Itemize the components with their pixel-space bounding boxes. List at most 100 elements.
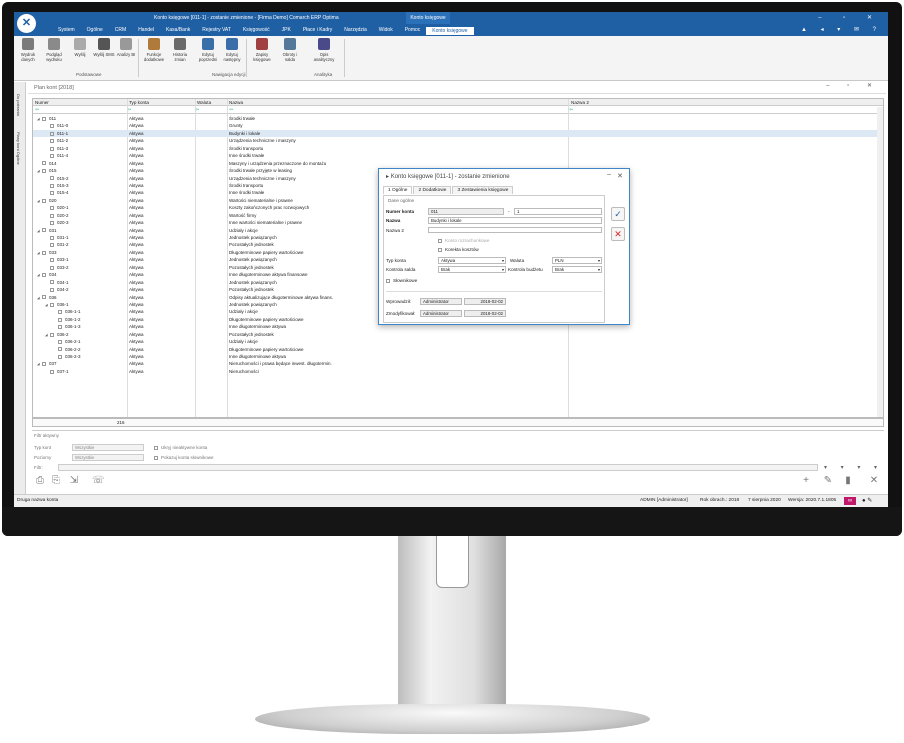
infinity-icon[interactable]: ∞ [844, 497, 856, 505]
row-checkbox[interactable] [50, 191, 54, 196]
delete-icon[interactable]: ▮ [842, 475, 854, 487]
ribbon-button-9[interactable]: Zapisy księgowe [250, 38, 274, 62]
menu-item-10[interactable]: Widok [373, 27, 399, 35]
vertical-scrollbar[interactable] [877, 107, 883, 417]
column-header-3[interactable]: Nazwa [229, 100, 243, 105]
balance-control-select[interactable]: Brak [438, 266, 506, 273]
tab-dodatkowe[interactable]: 2 Dodatkowe [413, 186, 452, 194]
menu-item-9[interactable]: Narzędzia [338, 27, 373, 35]
menu-item-3[interactable]: Handel [132, 27, 160, 35]
row-checkbox[interactable] [58, 339, 62, 344]
ribbon-button-11[interactable]: Opis analityczny [312, 38, 336, 62]
row-checkbox[interactable] [50, 369, 54, 374]
ribbon-button-7[interactable]: Edytuj poprzedni [196, 38, 220, 62]
row-checkbox[interactable] [50, 265, 54, 270]
level-select[interactable]: Wszystkie [72, 454, 144, 461]
settlement-checkbox[interactable]: Konto rozrachunkowe [438, 238, 489, 243]
menu-item-0[interactable]: System [52, 27, 81, 35]
checkbox-box[interactable] [386, 278, 390, 283]
ribbon-button-8[interactable]: Edytuj następny [220, 38, 244, 62]
row-checkbox[interactable] [58, 317, 62, 322]
table-row[interactable]: 011-2 Aktywa Urządzenia techniczne i maszy… [33, 137, 883, 144]
table-row[interactable]: ◢ 011 Aktywa Środki trwałe [33, 115, 883, 122]
print-icon[interactable]: ⎙ [34, 475, 46, 487]
column-header-1[interactable]: Typ konta [129, 100, 149, 105]
row-checkbox[interactable] [50, 287, 54, 292]
row-checkbox[interactable] [42, 161, 46, 166]
column-header-2[interactable]: Waluta [197, 100, 211, 105]
table-row[interactable]: ◢ 036-2 Aktywa Pozostałych jednostek [33, 331, 883, 338]
row-checkbox[interactable] [42, 295, 46, 300]
row-checkbox[interactable] [50, 258, 54, 263]
tab-ogolne[interactable]: 1 Ogólne [383, 186, 413, 194]
list-window-controls[interactable]: – ▫ ✕ [826, 82, 880, 89]
name-input[interactable]: Budynki i lokale [428, 217, 602, 224]
cost-correction-checkbox[interactable]: Korekta kosztów [438, 247, 479, 252]
window-controls[interactable]: – ▫ ✕ [818, 14, 882, 21]
show-offbalance-checkbox[interactable]: Pokazuj konta słownikowe [154, 455, 214, 460]
row-checkbox[interactable] [58, 310, 62, 315]
ribbon-button-10[interactable]: Obroty i salda [278, 38, 302, 62]
ribbon-button-0[interactable]: Wydruk danych [16, 38, 40, 62]
export-icon[interactable]: ⇲ [68, 475, 80, 487]
row-checkbox[interactable] [50, 183, 54, 188]
row-checkbox[interactable] [50, 124, 54, 129]
table-row[interactable]: 037-1 Aktywa Nieruchomości [33, 368, 883, 375]
menu-item-5[interactable]: Rejestry VAT [196, 27, 237, 35]
ribbon-button-6[interactable]: Historia zmian [168, 38, 192, 62]
checkbox-box[interactable] [438, 238, 442, 243]
table-row[interactable]: 011-0 Aktywa Grunty [33, 122, 883, 129]
dictionary-checkbox[interactable]: Słownikowe [386, 278, 417, 283]
row-checkbox[interactable] [50, 235, 54, 240]
save-icon[interactable]: ✓ [611, 207, 625, 221]
column-header-0[interactable]: Numer [35, 100, 49, 105]
menu-item-6[interactable]: Księgowość [237, 27, 276, 35]
row-checkbox[interactable] [50, 139, 54, 144]
row-checkbox[interactable] [50, 213, 54, 218]
row-checkbox[interactable] [42, 198, 46, 203]
filter-row-icon[interactable]: ⇦ [229, 107, 233, 113]
row-checkbox[interactable] [50, 220, 54, 225]
ribbon-button-5[interactable]: Funkcje dodatkowe [142, 38, 166, 62]
filter-text-input[interactable] [58, 464, 818, 471]
checkbox-box[interactable] [154, 445, 158, 450]
table-row[interactable]: 011-1 Aktywa Budynki i lokale [33, 129, 883, 138]
row-checkbox[interactable] [50, 243, 54, 248]
row-checkbox[interactable] [50, 302, 54, 307]
menu-item-1[interactable]: Ogólne [81, 27, 109, 35]
close-icon[interactable]: ✕ [868, 475, 880, 487]
table-row[interactable]: 036-2-2 Aktywa Długoterminowe papiery wart… [33, 346, 883, 353]
filter-action-icons[interactable]: ▾ ▾ ▾ ▾ [824, 464, 883, 471]
currency-select[interactable]: PLN [552, 257, 602, 264]
menu-item-4[interactable]: Kasa/Bank [160, 27, 196, 35]
add-icon[interactable]: + [800, 475, 812, 487]
account-number-suffix[interactable]: 1 [514, 208, 602, 215]
checkbox-box[interactable] [438, 247, 442, 252]
budget-control-select[interactable]: Brak [552, 266, 602, 273]
cancel-icon[interactable]: ✕ [611, 227, 625, 241]
table-row[interactable]: ◢ 037 Aktywa Nieruchomości i prawa będące i… [33, 360, 883, 367]
ribbon-button-4[interactable]: Analizy BI [114, 38, 138, 57]
menu-item-12[interactable]: Konto księgowe [426, 27, 474, 35]
row-checkbox[interactable] [50, 131, 54, 136]
row-checkbox[interactable] [50, 332, 54, 337]
ribbon-button-3[interactable]: Wyślij SMS [92, 38, 116, 57]
toolbar-right-icons[interactable]: ▲ ◂ ▾ ✉ ? [801, 26, 882, 33]
column-header-4[interactable]: Nazwa 2 [571, 100, 589, 105]
row-checkbox[interactable] [50, 154, 54, 158]
account-type-select[interactable]: Aktywa [438, 257, 506, 264]
edit-icon[interactable]: ✎ [822, 475, 834, 487]
row-checkbox[interactable] [50, 280, 54, 285]
left-strip-tab-0[interactable]: Do pobrania [16, 94, 21, 116]
checkbox-box[interactable] [154, 455, 158, 460]
table-row[interactable]: 014 Aktywa Maszyny i urządzenia przeznaczo… [33, 160, 883, 167]
type-select[interactable]: Wszystkie [72, 444, 144, 451]
row-checkbox[interactable] [42, 362, 46, 367]
menu-item-8[interactable]: Płace i Kadry [297, 27, 338, 35]
row-checkbox[interactable] [58, 354, 62, 359]
status-tool-icons[interactable]: ● ✎ [862, 495, 872, 507]
table-row[interactable]: 011-3 Aktywa Środki transportu [33, 145, 883, 152]
row-checkbox[interactable] [58, 325, 62, 330]
row-checkbox[interactable] [42, 116, 46, 121]
menu-item-7[interactable]: JPK [276, 27, 297, 35]
